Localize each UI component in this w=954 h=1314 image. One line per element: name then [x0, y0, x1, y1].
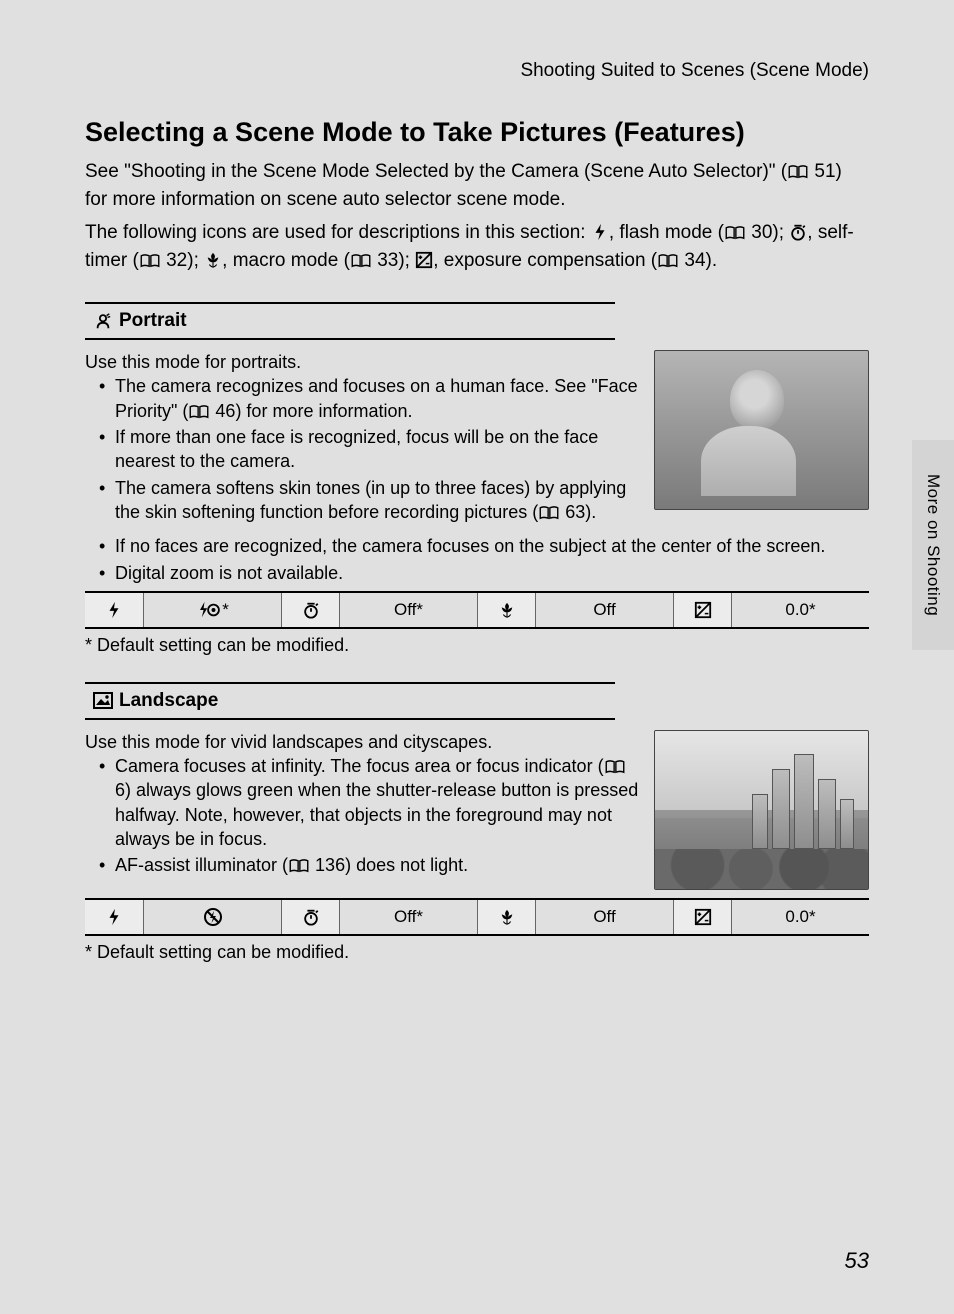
- selftimer-icon: [302, 908, 320, 926]
- intro-exp-txt: , exposure compensation (: [433, 250, 657, 271]
- cell-exp-value: 0.0*: [731, 900, 869, 934]
- intro-p1a: See "Shooting in the Scene Mode Selected…: [85, 161, 787, 182]
- portrait-bullet-1: The camera recognizes and focuses on a h…: [115, 374, 639, 423]
- cell-flash-icon: [85, 900, 143, 934]
- exposure-comp-icon: [694, 908, 712, 926]
- portrait-sample-image: [654, 350, 869, 510]
- book-icon: [188, 405, 210, 419]
- portrait-bullet-3: The camera softens skin tones (in up to …: [115, 476, 639, 525]
- book-icon: [139, 254, 161, 268]
- cell-exp-value: 0.0*: [731, 593, 869, 627]
- macro-icon: [204, 251, 222, 269]
- side-tab-label: More on Shooting: [923, 474, 943, 616]
- landscape-b1a: Camera focuses at infinity. The focus ar…: [115, 756, 604, 776]
- cell-exp-icon: [673, 593, 731, 627]
- flash-off-icon: [203, 907, 223, 927]
- portrait-heading-text: Portrait: [119, 310, 187, 332]
- portrait-bullet-5: Digital zoom is not available.: [115, 561, 869, 585]
- landscape-b2-ref: 136: [315, 855, 345, 875]
- portrait-b1b: ) for more information.: [235, 401, 412, 421]
- intro-flash-txt: , flash mode (: [609, 222, 724, 243]
- portrait-settings-table: * Off* Off 0.0*: [85, 591, 869, 629]
- cell-macro-icon: [477, 900, 535, 934]
- cell-timer-icon: [281, 593, 339, 627]
- portrait-icon: [93, 312, 113, 330]
- cell-macro-icon: [477, 593, 535, 627]
- book-icon: [350, 254, 372, 268]
- cell-timer-value: Off*: [339, 593, 477, 627]
- cell-timer-icon: [281, 900, 339, 934]
- book-icon: [538, 506, 560, 520]
- intro-p2c: );: [187, 250, 204, 271]
- book-icon: [787, 165, 809, 179]
- cell-timer-value: Off*: [339, 900, 477, 934]
- intro-p2b: );: [772, 222, 789, 243]
- cell-macro-value: Off: [535, 593, 673, 627]
- intro-ref-34: 34: [684, 250, 705, 271]
- landscape-b2a: AF-assist illuminator (: [115, 855, 288, 875]
- intro-p2a: The following icons are used for descrip…: [85, 222, 591, 243]
- portrait-desc: Use this mode for portraits.: [85, 350, 639, 374]
- macro-icon: [498, 601, 516, 619]
- intro-p2e: ).: [706, 250, 718, 271]
- portrait-bullet-4: If no faces are recognized, the camera f…: [115, 534, 869, 558]
- intro-ref-33: 33: [377, 250, 398, 271]
- landscape-heading-text: Landscape: [119, 690, 218, 712]
- breadcrumb: Shooting Suited to Scenes (Scene Mode): [85, 60, 869, 82]
- landscape-icon: [93, 692, 113, 710]
- book-icon: [288, 859, 310, 873]
- portrait-b3-ref: 63: [565, 502, 585, 522]
- portrait-header: Portrait: [85, 302, 615, 340]
- landscape-footnote: * Default setting can be modified.: [85, 942, 869, 963]
- side-tab: More on Shooting: [912, 440, 954, 650]
- selftimer-icon: [302, 601, 320, 619]
- cell-flash-icon: [85, 593, 143, 627]
- portrait-flash-val: *: [222, 600, 229, 620]
- exposure-comp-icon: [694, 601, 712, 619]
- book-icon: [724, 226, 746, 240]
- intro-ref-51: 51: [814, 161, 835, 182]
- landscape-bullet-1: Camera focuses at infinity. The focus ar…: [115, 754, 639, 851]
- intro-text: See "Shooting in the Scene Mode Selected…: [85, 158, 869, 274]
- selftimer-icon: [789, 223, 807, 241]
- landscape-desc: Use this mode for vivid landscapes and c…: [85, 730, 639, 754]
- exposure-comp-icon: [415, 251, 433, 269]
- cell-macro-value: Off: [535, 900, 673, 934]
- portrait-b1-ref: 46: [215, 401, 235, 421]
- portrait-b3b: ).: [585, 502, 596, 522]
- section-title: Selecting a Scene Mode to Take Pictures …: [85, 117, 869, 148]
- portrait-bullet-2: If more than one face is recognized, foc…: [115, 425, 639, 474]
- cell-flash-value: [143, 900, 281, 934]
- landscape-settings-table: Off* Off 0.0*: [85, 898, 869, 936]
- intro-ref-32: 32: [166, 250, 187, 271]
- redeye-flash-icon: [196, 601, 222, 619]
- intro-p2d: );: [398, 250, 415, 271]
- landscape-b2b: ) does not light.: [345, 855, 468, 875]
- cell-flash-value: *: [143, 593, 281, 627]
- flash-icon: [106, 908, 122, 926]
- intro-macro-txt: , macro mode (: [222, 250, 350, 271]
- book-icon: [657, 254, 679, 268]
- portrait-footnote: * Default setting can be modified.: [85, 635, 869, 656]
- landscape-b1b: ) always glows green when the shutter-re…: [115, 780, 638, 849]
- landscape-header: Landscape: [85, 682, 615, 720]
- landscape-bullet-2: AF-assist illuminator ( 136) does not li…: [115, 853, 639, 877]
- book-icon: [604, 760, 626, 774]
- flash-icon: [591, 223, 609, 241]
- cell-exp-icon: [673, 900, 731, 934]
- macro-icon: [498, 908, 516, 926]
- flash-icon: [106, 601, 122, 619]
- landscape-sample-image: [654, 730, 869, 890]
- portrait-block: Portrait Use this mode for portraits. Th…: [85, 302, 869, 656]
- landscape-block: Landscape Use this mode for vivid landsc…: [85, 682, 869, 963]
- page-number: 53: [845, 1248, 869, 1274]
- intro-ref-30: 30: [751, 222, 772, 243]
- landscape-b1-ref: 6: [115, 780, 125, 800]
